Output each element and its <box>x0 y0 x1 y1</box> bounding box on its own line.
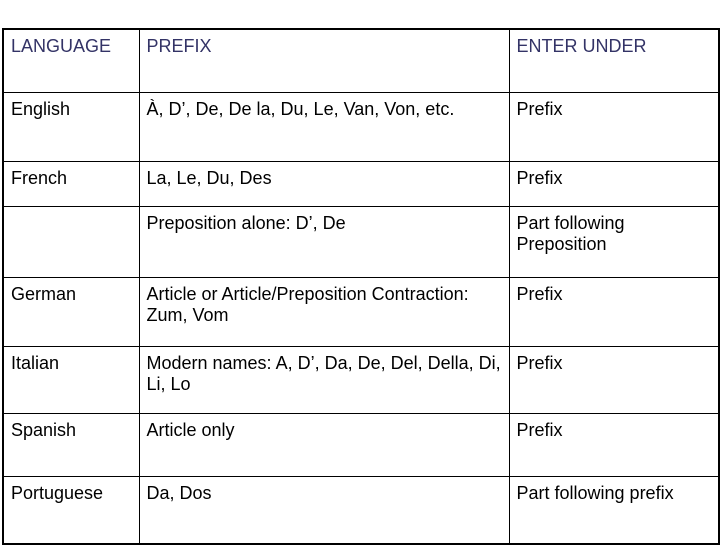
column-header-language: LANGUAGE <box>2 28 140 93</box>
cell-prefix-text: Article or Article/Preposition Contracti… <box>146 284 469 326</box>
slide-canvas: LANGUAGE PREFIX ENTER UNDER English À, D… <box>0 0 720 545</box>
cell-language: Portuguese <box>2 476 140 545</box>
cell-language-text: Portuguese <box>11 483 104 503</box>
cell-language: English <box>2 92 140 162</box>
cell-enter-under: Prefix <box>508 277 720 347</box>
cell-language-text: French <box>11 168 68 188</box>
cell-language-text: English <box>11 99 71 119</box>
cell-enter-under-text: Prefix <box>516 168 563 188</box>
table-row: Italian Modern names: A, D’, Da, De, Del… <box>2 346 720 414</box>
cell-enter-under: Prefix <box>508 413 720 477</box>
cell-enter-under: Prefix <box>508 346 720 414</box>
cell-prefix: À, D’, De, De la, Du, Le, Van, Von, etc. <box>138 92 510 162</box>
cell-enter-under-text: Prefix <box>516 284 563 304</box>
cell-prefix-text: La, Le, Du, Des <box>146 168 272 188</box>
cell-prefix: Article or Article/Preposition Contracti… <box>138 277 510 347</box>
cell-prefix-text: Modern names: A, D’, Da, De, Del, Della,… <box>146 353 501 395</box>
cell-language-text: Italian <box>11 353 60 373</box>
language-prefix-table: LANGUAGE PREFIX ENTER UNDER English À, D… <box>2 28 720 545</box>
cell-prefix: Article only <box>138 413 510 477</box>
column-header-enter-under: ENTER UNDER <box>508 28 720 93</box>
cell-prefix: Preposition alone: D’, De <box>138 206 510 278</box>
column-header-prefix-label: PREFIX <box>146 36 212 56</box>
cell-prefix-text: À, D’, De, De la, Du, Le, Van, Von, etc. <box>146 99 455 119</box>
cell-prefix: La, Le, Du, Des <box>138 161 510 207</box>
cell-language-text: German <box>11 284 77 304</box>
table-row: Spanish Article only Prefix <box>2 413 720 477</box>
cell-prefix-text: Da, Dos <box>146 483 212 503</box>
table-row: German Article or Article/Preposition Co… <box>2 277 720 347</box>
table-row: English À, D’, De, De la, Du, Le, Van, V… <box>2 92 720 162</box>
table-header-row: LANGUAGE PREFIX ENTER UNDER <box>2 28 720 93</box>
cell-enter-under-text: Prefix <box>516 353 563 373</box>
cell-enter-under: Prefix <box>508 92 720 162</box>
cell-language: Spanish <box>2 413 140 477</box>
cell-language: German <box>2 277 140 347</box>
column-header-language-label: LANGUAGE <box>11 36 112 56</box>
cell-language <box>2 206 140 278</box>
cell-enter-under-text: Part following prefix <box>516 483 674 503</box>
column-header-prefix: PREFIX <box>138 28 510 93</box>
cell-enter-under-text: Prefix <box>516 420 563 440</box>
column-header-enter-under-label: ENTER UNDER <box>516 36 647 56</box>
cell-prefix-text: Article only <box>146 420 235 440</box>
cell-language: French <box>2 161 140 207</box>
cell-prefix: Modern names: A, D’, Da, De, Del, Della,… <box>138 346 510 414</box>
cell-language-text: Spanish <box>11 420 77 440</box>
cell-prefix: Da, Dos <box>138 476 510 545</box>
cell-enter-under: Prefix <box>508 161 720 207</box>
table-row: French La, Le, Du, Des Prefix <box>2 161 720 207</box>
cell-enter-under: Part following Preposition <box>508 206 720 278</box>
cell-prefix-text: Preposition alone: D’, De <box>146 213 346 233</box>
cell-enter-under: Part following prefix <box>508 476 720 545</box>
table-row: Preposition alone: D’, De Part following… <box>2 206 720 278</box>
cell-enter-under-text: Prefix <box>516 99 563 119</box>
cell-enter-under-text: Part following Preposition <box>516 213 625 255</box>
cell-language: Italian <box>2 346 140 414</box>
table-row: Portuguese Da, Dos Part following prefix <box>2 476 720 545</box>
table-container: LANGUAGE PREFIX ENTER UNDER English À, D… <box>2 28 720 545</box>
